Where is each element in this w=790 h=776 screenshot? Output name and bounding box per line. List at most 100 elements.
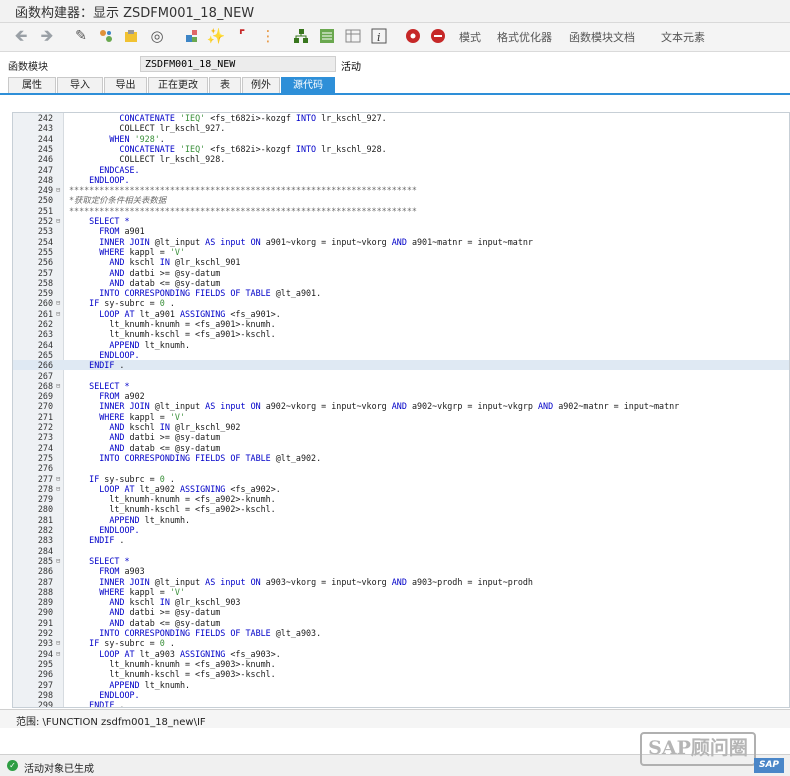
line-number: 272 bbox=[37, 422, 53, 432]
abap-editor[interactable]: 242 CONCATENATE 'IEQ' <fs_t682i>-kozgf I… bbox=[12, 112, 790, 708]
breakpoint-icon[interactable] bbox=[404, 27, 422, 45]
code-line[interactable]: 260 ⊟ IF sy-subrc = 0 . bbox=[13, 298, 789, 308]
code-line[interactable]: 252 ⊟ SELECT * bbox=[13, 216, 789, 226]
code-line[interactable]: 265 ENDLOOP. bbox=[13, 350, 789, 360]
code-line[interactable]: 262 lt_knumh-knumh = <fs_a901>-knumh. bbox=[13, 319, 789, 329]
code-line[interactable]: 267 bbox=[13, 371, 789, 381]
code-line[interactable]: 246 COLLECT lr_kschl_928. bbox=[13, 154, 789, 165]
code-line[interactable]: 268 ⊟ SELECT * bbox=[13, 381, 789, 391]
code-line[interactable]: 272 AND kschl IN @lr_kschl_902 bbox=[13, 422, 789, 432]
insert-icon[interactable] bbox=[344, 27, 362, 45]
code-line[interactable]: 251 *************************************… bbox=[13, 206, 789, 216]
function-module-field[interactable]: ZSDFM001_18_NEW bbox=[140, 56, 336, 72]
code-line[interactable]: 277 ⊟ IF sy-subrc = 0 . bbox=[13, 474, 789, 484]
code-line[interactable]: 243 COLLECT lr_kschl_927. bbox=[13, 123, 789, 133]
code-line[interactable]: 264 APPEND lt_knumh. bbox=[13, 340, 789, 350]
fold-toggle-icon[interactable]: ⊟ bbox=[56, 484, 62, 494]
code-line[interactable]: 279 lt_knumh-knumh = <fs_a902>-knumh. bbox=[13, 494, 789, 504]
code-line[interactable]: 258 AND datab <= @sy-datum bbox=[13, 278, 789, 288]
code-line[interactable]: 297 APPEND lt_knumh. bbox=[13, 680, 789, 690]
fold-toggle-icon[interactable]: ⊟ bbox=[56, 381, 62, 391]
code-line[interactable]: 274 AND datab <= @sy-datum bbox=[13, 443, 789, 453]
code-line[interactable]: 294 ⊟ LOOP AT lt_a903 ASSIGNING <fs_a903>… bbox=[13, 649, 789, 659]
tab-tables[interactable]: 表 bbox=[209, 77, 241, 93]
code-line[interactable]: 281 APPEND lt_knumh. bbox=[13, 515, 789, 525]
code-line[interactable]: 284 bbox=[13, 546, 789, 556]
code-line[interactable]: 289 AND kschl IN @lr_kschl_903 bbox=[13, 597, 789, 607]
fold-toggle-icon[interactable]: ⊟ bbox=[56, 638, 62, 648]
code-line[interactable]: 299 ENDIF . bbox=[13, 700, 789, 707]
tab-import[interactable]: 导入 bbox=[57, 77, 103, 93]
back-arrow-icon[interactable]: 🡸 bbox=[12, 27, 30, 45]
code-line[interactable]: 256 AND kschl IN @lr_kschl_901 bbox=[13, 257, 789, 267]
code-line[interactable]: 266 ENDIF . bbox=[13, 360, 789, 371]
code-text: COLLECT lr_kschl_928. bbox=[69, 154, 226, 165]
code-line[interactable]: 285 ⊟ SELECT * bbox=[13, 556, 789, 566]
code-line[interactable]: 296 lt_knumh-kschl = <fs_a903>-kschl. bbox=[13, 669, 789, 679]
code-line[interactable]: 255 WHERE kappl = 'V' bbox=[13, 247, 789, 257]
pretty-printer-button[interactable]: 格式优化器 bbox=[497, 29, 552, 45]
code-line[interactable]: 282 ENDLOOP. bbox=[13, 525, 789, 535]
navigation-window-icon[interactable] bbox=[292, 27, 310, 45]
code-line[interactable]: 247 ENDCASE. bbox=[13, 165, 789, 175]
code-line[interactable]: 288 WHERE kappl = 'V' bbox=[13, 587, 789, 597]
fold-toggle-icon[interactable]: ⊟ bbox=[56, 474, 62, 484]
activate-icon[interactable] bbox=[183, 27, 201, 45]
code-line[interactable]: 271 WHERE kappl = 'V' bbox=[13, 412, 789, 422]
code-line[interactable]: 254 INNER JOIN @lt_input AS input ON a90… bbox=[13, 237, 789, 247]
code-line[interactable]: 276 bbox=[13, 463, 789, 473]
code-line[interactable]: 293 ⊟ IF sy-subrc = 0 . bbox=[13, 638, 789, 648]
fold-toggle-icon[interactable]: ⊟ bbox=[56, 556, 62, 566]
code-line[interactable]: 280 lt_knumh-kschl = <fs_a902>-kschl. bbox=[13, 504, 789, 514]
code-line[interactable]: 242 CONCATENATE 'IEQ' <fs_t682i>-kozgf I… bbox=[13, 113, 789, 123]
forward-arrow-icon[interactable]: 🡺 bbox=[38, 27, 56, 45]
fold-toggle-icon[interactable]: ⊟ bbox=[56, 216, 62, 226]
tab-changing[interactable]: 正在更改 bbox=[148, 77, 208, 93]
pattern-button[interactable]: 模式 bbox=[459, 29, 481, 45]
fold-toggle-icon[interactable]: ⊟ bbox=[56, 185, 62, 195]
check-icon[interactable]: ◎ bbox=[148, 27, 166, 45]
code-line[interactable]: 261 ⊟ LOOP AT lt_a901 ASSIGNING <fs_a901>… bbox=[13, 309, 789, 319]
code-line[interactable]: 257 AND datbi >= @sy-datum bbox=[13, 268, 789, 278]
code-text: *获取定价条件相关表数据 bbox=[69, 195, 167, 206]
tab-source-code[interactable]: 源代码 bbox=[281, 77, 335, 93]
code-line[interactable]: 292 INTO CORRESPONDING FIELDS OF TABLE @… bbox=[13, 628, 789, 638]
switch-display-change-icon[interactable] bbox=[97, 27, 115, 45]
fold-toggle-icon[interactable]: ⊟ bbox=[56, 309, 62, 319]
pattern-icon[interactable] bbox=[318, 27, 336, 45]
function-module-doc-button[interactable]: 函数模块文档 bbox=[569, 29, 635, 45]
code-line[interactable]: 269 FROM a902 bbox=[13, 391, 789, 401]
tab-exceptions[interactable]: 例外 bbox=[242, 77, 280, 93]
display-object-list-icon[interactable]: ⋮ bbox=[259, 27, 277, 45]
info-icon[interactable]: i bbox=[370, 27, 388, 45]
code-line[interactable]: 249 ⊟ ************************************… bbox=[13, 185, 789, 195]
code-line[interactable]: 253 FROM a901 bbox=[13, 226, 789, 236]
session-breakpoint-icon[interactable] bbox=[429, 27, 447, 45]
code-line[interactable]: 295 lt_knumh-knumh = <fs_a903>-knumh. bbox=[13, 659, 789, 669]
test-icon[interactable]: ✨ bbox=[207, 27, 226, 45]
fold-toggle-icon[interactable]: ⊟ bbox=[56, 298, 62, 308]
text-elements-button[interactable]: 文本元素 bbox=[661, 29, 705, 45]
code-line[interactable]: 283 ENDIF . bbox=[13, 535, 789, 545]
code-line[interactable]: 273 AND datbi >= @sy-datum bbox=[13, 432, 789, 442]
where-used-icon[interactable]: ⌜ bbox=[233, 27, 251, 45]
code-line[interactable]: 291 AND datab <= @sy-datum bbox=[13, 618, 789, 628]
code-line[interactable]: 278 ⊟ LOOP AT lt_a902 ASSIGNING <fs_a902>… bbox=[13, 484, 789, 494]
code-line[interactable]: 259 INTO CORRESPONDING FIELDS OF TABLE @… bbox=[13, 288, 789, 298]
code-line[interactable]: 263 lt_knumh-kschl = <fs_a901>-kschl. bbox=[13, 329, 789, 339]
code-line[interactable]: 248 ENDLOOP. bbox=[13, 175, 789, 185]
active-inactive-icon[interactable] bbox=[122, 27, 140, 45]
code-line[interactable]: 290 AND datbi >= @sy-datum bbox=[13, 607, 789, 617]
code-line[interactable]: 244 WHEN '928'. bbox=[13, 134, 789, 144]
code-line[interactable]: 250 *获取定价条件相关表数据 bbox=[13, 195, 789, 206]
other-object-icon[interactable]: ✎ bbox=[72, 27, 90, 45]
tab-export[interactable]: 导出 bbox=[104, 77, 147, 93]
code-line[interactable]: 298 ENDLOOP. bbox=[13, 690, 789, 700]
code-line[interactable]: 275 INTO CORRESPONDING FIELDS OF TABLE @… bbox=[13, 453, 789, 463]
code-line[interactable]: 287 INNER JOIN @lt_input AS input ON a90… bbox=[13, 577, 789, 587]
code-line[interactable]: 270 INNER JOIN @lt_input AS input ON a90… bbox=[13, 401, 789, 411]
fold-toggle-icon[interactable]: ⊟ bbox=[56, 649, 62, 659]
code-line[interactable]: 286 FROM a903 bbox=[13, 566, 789, 576]
tab-attributes[interactable]: 属性 bbox=[8, 77, 56, 93]
code-line[interactable]: 245 CONCATENATE 'IEQ' <fs_t682i>-kozgf I… bbox=[13, 144, 789, 154]
